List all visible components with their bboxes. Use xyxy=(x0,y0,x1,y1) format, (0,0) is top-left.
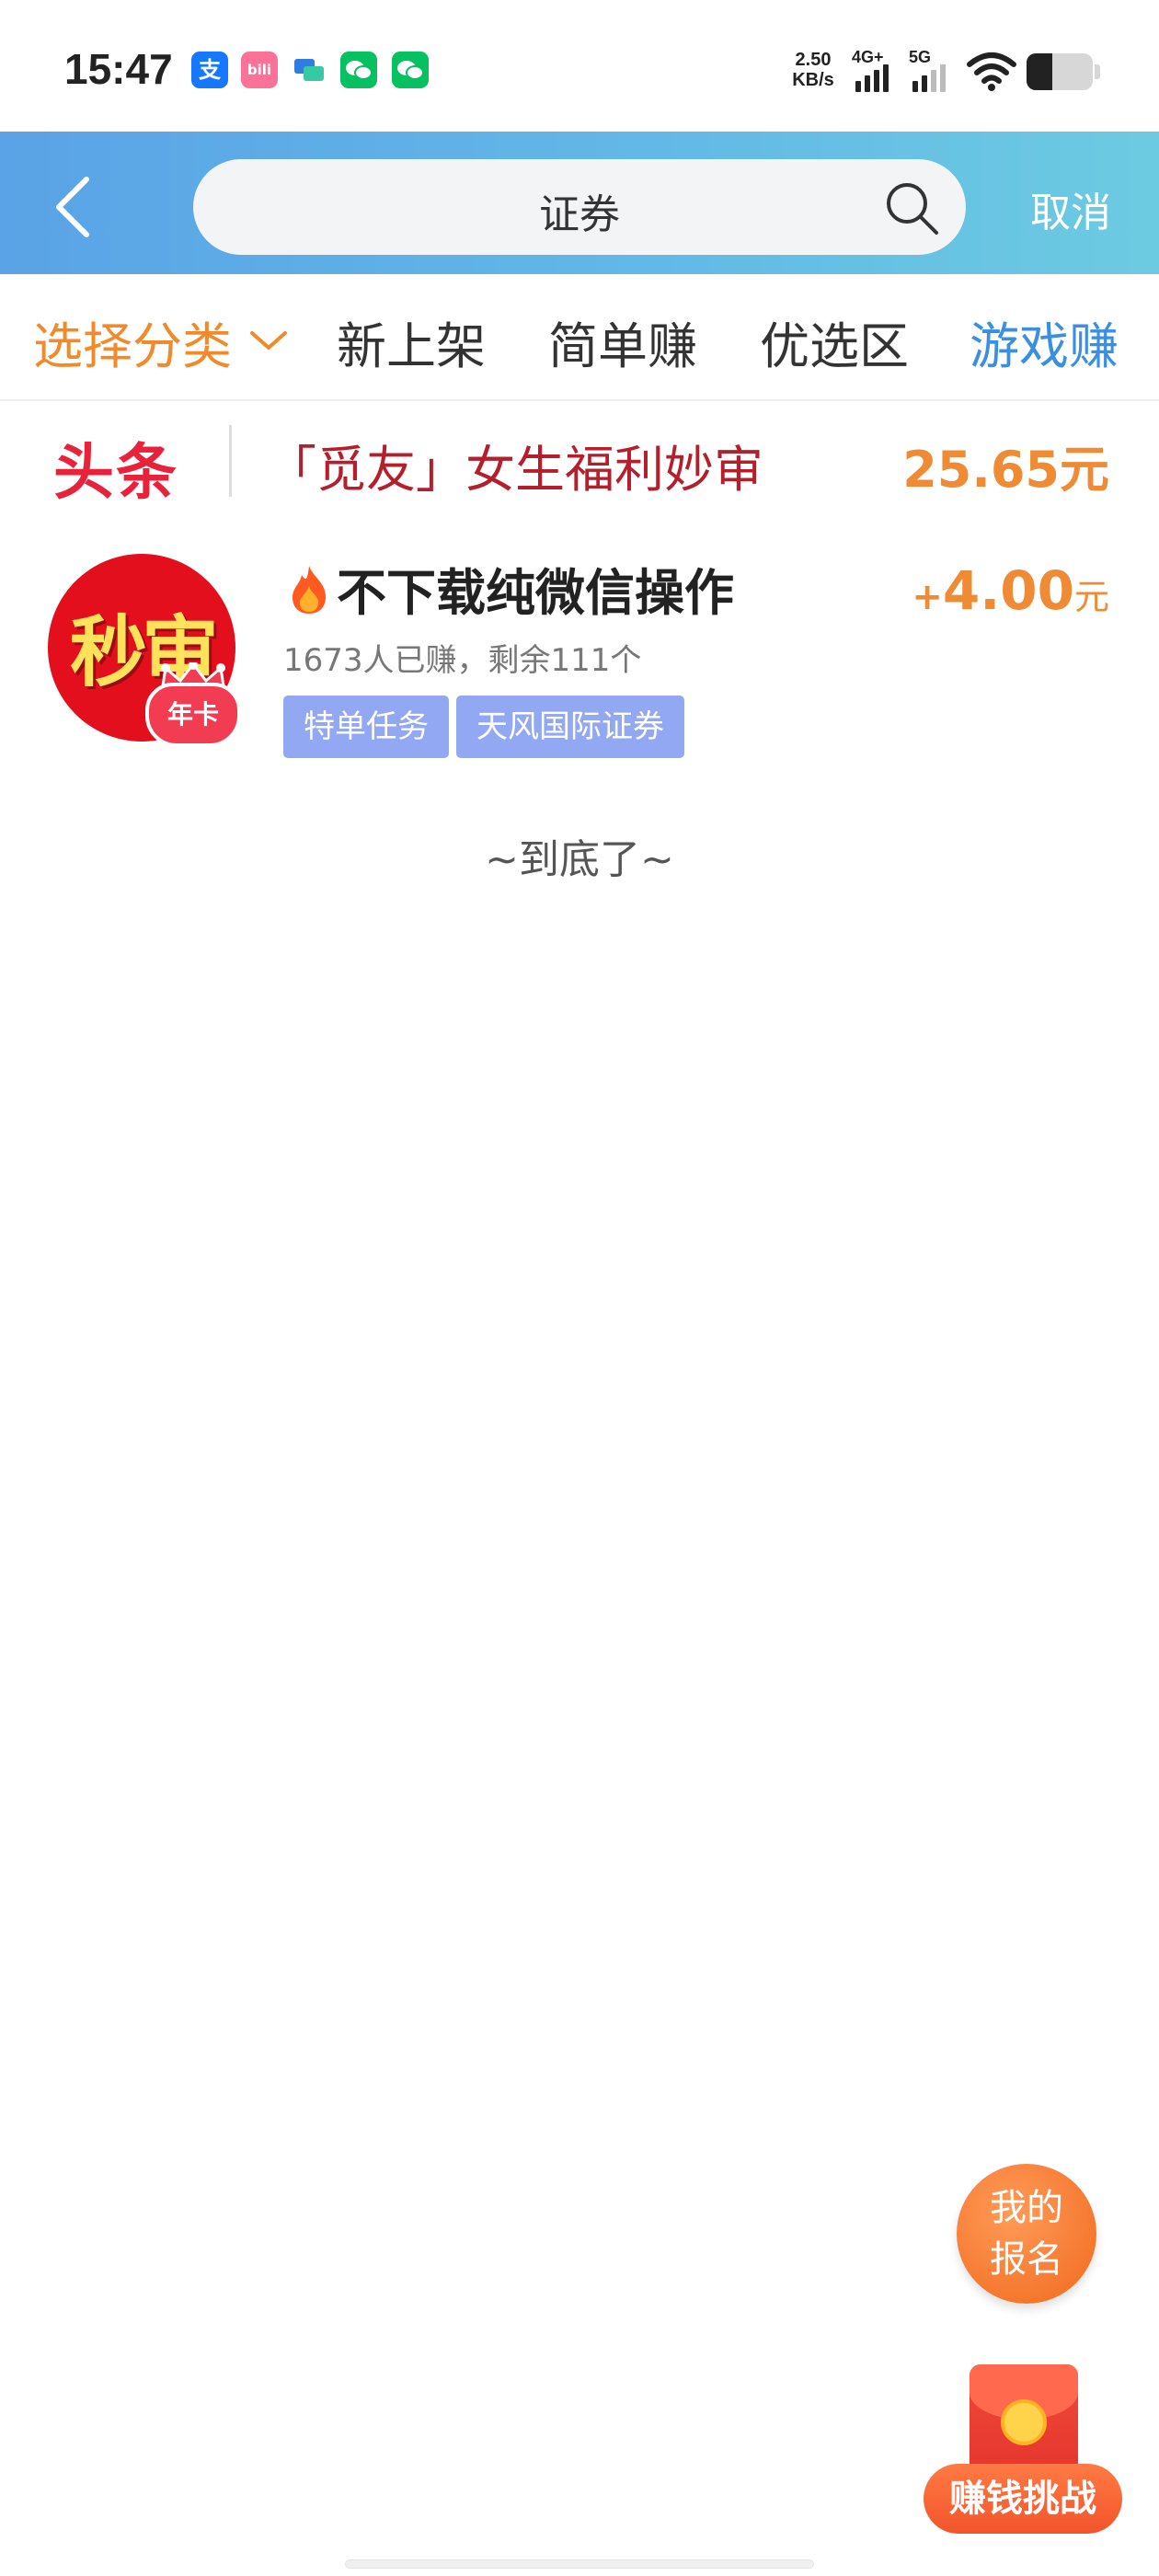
banner-title: 「觅友」女生福利妙审 xyxy=(267,441,763,499)
featured-task-banner[interactable]: 头条 「觅友」女生福利妙审 25.65元 xyxy=(0,401,1159,521)
price-amount: 4.00 xyxy=(942,559,1074,622)
battery-icon xyxy=(1027,53,1093,90)
cellular-signal-icon: 5G xyxy=(909,48,957,92)
tab-new-arrivals[interactable]: 新上架 xyxy=(337,305,486,378)
bilibili-icon: bili xyxy=(241,52,278,88)
search-header: 证券 取消 xyxy=(0,132,1159,274)
task-tags: 特单任务 天风国际证券 xyxy=(283,696,692,758)
status-bar: 15:47 支 bili 2.50 KB/s 4G+ 5G xyxy=(0,0,1159,132)
category-selector-label: 选择分类 xyxy=(33,317,232,375)
alipay-icon: 支 xyxy=(191,52,228,88)
task-title: 不下载纯微信操作 xyxy=(281,552,734,625)
chevron-down-icon[interactable] xyxy=(248,328,289,353)
price-plus: + xyxy=(912,576,943,618)
network-speed-value: 2.50 xyxy=(795,50,832,70)
task-list-item[interactable]: 秒审 年卡 不下载纯微信操作 1673人已赚，剩余111个 特单任务 天风国际证券… xyxy=(0,534,1159,773)
category-selector[interactable]: 选择分类 xyxy=(33,305,232,378)
earn-challenge-label: 赚钱挑战 xyxy=(924,2464,1122,2534)
chat-bubbles-icon xyxy=(291,52,327,88)
chevron-left-icon xyxy=(56,177,89,237)
wechat-icon xyxy=(340,52,377,88)
task-avatar: 秒审 年卡 xyxy=(48,554,241,747)
fire-icon xyxy=(293,566,326,614)
signal-type-label: 5G xyxy=(909,48,932,66)
tab-easy-earn[interactable]: 简单赚 xyxy=(548,305,697,378)
home-indicator[interactable] xyxy=(345,2559,814,2569)
tab-featured[interactable]: 优选区 xyxy=(760,305,909,378)
back-button[interactable] xyxy=(48,170,103,244)
network-speed-unit: KB/s xyxy=(792,70,834,90)
wechat-icon xyxy=(392,52,429,88)
banner-reward: 25.65元 xyxy=(902,441,1109,499)
task-price: +4.00元 xyxy=(912,559,1109,622)
task-tag: 特单任务 xyxy=(283,696,449,758)
list-end-text: ~到底了~ xyxy=(485,836,674,883)
earn-challenge-button[interactable]: 赚钱挑战 xyxy=(924,2355,1122,2558)
task-tag: 天风国际证券 xyxy=(456,696,684,758)
coin-icon xyxy=(1001,2399,1047,2445)
signup-line-1: 我的 xyxy=(990,2187,1063,2229)
cancel-button[interactable]: 取消 xyxy=(1030,179,1111,238)
status-time: 15:47 xyxy=(64,45,173,93)
toutiao-logo: 头条 xyxy=(53,437,178,508)
search-input[interactable]: 证券 xyxy=(193,159,966,255)
battery-cap xyxy=(1095,64,1100,79)
my-signups-button[interactable]: 我的 报名 xyxy=(957,2164,1096,2304)
task-title-text: 不下载纯微信操作 xyxy=(337,564,734,622)
divider xyxy=(229,425,232,497)
cellular-signal-icon: 4G+ xyxy=(852,48,900,92)
category-tabs: 选择分类 新上架 简单赚 优选区 游戏赚 xyxy=(0,274,1159,401)
search-query-text: 证券 xyxy=(539,191,620,238)
task-stats: 1673人已赚，剩余111个 xyxy=(283,642,642,679)
signup-line-2: 报名 xyxy=(990,2238,1063,2281)
network-speed: 2.50 KB/s xyxy=(786,50,841,90)
search-icon[interactable] xyxy=(883,179,940,236)
wifi-icon xyxy=(966,50,1017,92)
tab-game-earn[interactable]: 游戏赚 xyxy=(970,305,1119,378)
signal-type-label: 4G+ xyxy=(852,48,884,66)
avatar-badge: 年卡 xyxy=(145,683,241,747)
price-unit: 元 xyxy=(1073,577,1109,617)
